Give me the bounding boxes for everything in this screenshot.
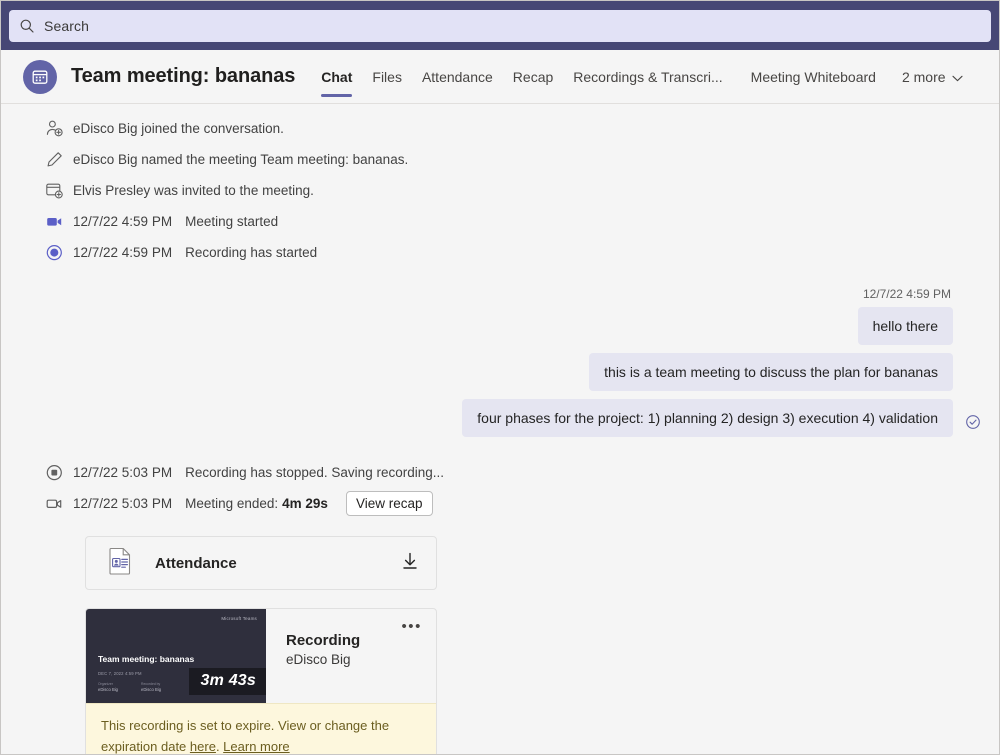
system-message-recording-started: 12/7/22 4:59 PM Recording has started xyxy=(1,237,999,268)
tab-label: Recordings & Transcri... xyxy=(573,69,722,85)
attendance-document-icon xyxy=(104,545,136,582)
system-message-label: Meeting started xyxy=(185,214,278,229)
message-row: this is a team meeting to discuss the pl… xyxy=(1,353,953,391)
system-message-recording-stopped: 12/7/22 5:03 PM Recording has stopped. S… xyxy=(1,457,999,488)
thumbnail-subtitle: DEC 7, 2022 4:59 PM xyxy=(98,671,142,676)
pencil-icon xyxy=(45,150,73,169)
thumbnail-meta: Organizer eDisco Big Recorded by eDisco … xyxy=(98,682,161,692)
teams-window: Search Team meeting: bananas Chat xyxy=(0,0,1000,755)
meta-label: Organizer xyxy=(98,682,118,686)
chat-message-list[interactable]: eDisco Big joined the conversation. eDis… xyxy=(1,104,999,754)
calendar-add-icon xyxy=(45,181,73,200)
system-message-time: 12/7/22 5:03 PM xyxy=(73,496,172,511)
tab-attendance[interactable]: Attendance xyxy=(412,50,503,103)
attendance-label: Attendance xyxy=(155,555,400,572)
message-bubble[interactable]: hello there xyxy=(858,307,953,345)
tab-label: Chat xyxy=(321,69,352,85)
system-message-label: Recording has stopped. Saving recording.… xyxy=(185,465,444,480)
system-message-time: 12/7/22 4:59 PM xyxy=(73,245,172,260)
system-message-text: 12/7/22 4:59 PM Recording has started xyxy=(73,245,317,260)
message-row: hello there xyxy=(1,307,953,345)
recording-card[interactable]: Microsoft Teams Team meeting: bananas DE… xyxy=(85,608,437,754)
video-camera-filled-icon xyxy=(45,212,73,231)
tab-label: Attendance xyxy=(422,69,493,85)
tab-chat[interactable]: Chat xyxy=(311,50,362,103)
system-message-time: 12/7/22 5:03 PM xyxy=(73,465,172,480)
system-message-label: Recording has started xyxy=(185,245,317,260)
chevron-down-icon xyxy=(952,69,963,85)
system-message-invited: Elvis Presley was invited to the meeting… xyxy=(1,175,999,206)
expiration-here-link[interactable]: here xyxy=(190,739,216,754)
system-message-renamed: eDisco Big named the meeting Team meetin… xyxy=(1,144,999,175)
video-camera-outline-icon xyxy=(45,494,73,513)
search-icon xyxy=(19,18,35,34)
top-bar: Search xyxy=(1,1,999,50)
message-bubble[interactable]: this is a team meeting to discuss the pl… xyxy=(589,353,953,391)
tab-files[interactable]: Files xyxy=(362,50,412,103)
meta-label: Recorded by xyxy=(141,682,161,686)
message-bubble[interactable]: four phases for the project: 1) planning… xyxy=(462,399,953,437)
tab-label: Files xyxy=(372,69,402,85)
recording-card-top: Microsoft Teams Team meeting: bananas DE… xyxy=(86,609,436,703)
system-message-time: 12/7/22 4:59 PM xyxy=(73,214,172,229)
message-row: four phases for the project: 1) planning… xyxy=(1,399,953,437)
thumbnail-title: Team meeting: bananas xyxy=(98,654,194,664)
tab-recap[interactable]: Recap xyxy=(503,50,563,103)
avatar xyxy=(23,60,57,94)
attachment-cards: Attendance Microsoft Teams Team meeting:… xyxy=(1,536,999,754)
meeting-ended-label: Meeting ended: xyxy=(185,496,278,511)
search-input[interactable]: Search xyxy=(9,10,991,42)
system-message-text: eDisco Big named the meeting Team meetin… xyxy=(73,152,408,167)
person-add-icon xyxy=(45,119,73,138)
record-icon xyxy=(45,243,73,262)
attendance-card[interactable]: Attendance xyxy=(85,536,437,590)
tab-meeting-whiteboard[interactable]: Meeting Whiteboard xyxy=(733,50,886,103)
tab-bar: Chat Files Attendance Recap Recordings &… xyxy=(311,50,966,103)
meeting-header: Team meeting: bananas Chat Files Attenda… xyxy=(1,50,999,104)
download-icon[interactable] xyxy=(400,551,420,576)
tab-recordings-transcripts[interactable]: Recordings & Transcri... xyxy=(563,50,732,103)
system-message-text: 12/7/22 5:03 PM Recording has stopped. S… xyxy=(73,465,444,480)
recording-author: eDisco Big xyxy=(286,652,436,667)
recording-thumbnail[interactable]: Microsoft Teams Team meeting: bananas DE… xyxy=(86,609,266,703)
system-message-joined: eDisco Big joined the conversation. xyxy=(1,113,999,144)
page-title: Team meeting: bananas xyxy=(71,65,295,88)
recording-duration-badge: 3m 43s xyxy=(189,668,266,695)
thumbnail-meta-item: Organizer eDisco Big xyxy=(98,682,118,692)
system-message-text: Elvis Presley was invited to the meeting… xyxy=(73,183,314,198)
tab-label: Recap xyxy=(513,69,553,85)
search-placeholder-text: Search xyxy=(44,18,89,34)
stop-record-icon xyxy=(45,463,73,482)
calendar-icon xyxy=(31,68,49,86)
outgoing-message-group: 12/7/22 4:59 PM hello there this is a te… xyxy=(1,287,999,445)
tab-label: 2 more xyxy=(902,69,946,85)
view-recap-button[interactable]: View recap xyxy=(346,491,433,516)
meeting-duration: 4m 29s xyxy=(282,496,328,511)
more-options-icon[interactable]: ••• xyxy=(401,621,422,633)
thumbnail-brand: Microsoft Teams xyxy=(221,616,257,621)
system-message-text: 12/7/22 5:03 PM Meeting ended: 4m 29s Vi… xyxy=(73,491,433,516)
system-message-text: 12/7/22 4:59 PM Meeting started xyxy=(73,214,278,229)
learn-more-link[interactable]: Learn more xyxy=(223,739,289,754)
message-timestamp: 12/7/22 4:59 PM xyxy=(863,287,951,301)
tab-more-menu[interactable]: 2 more xyxy=(886,50,967,103)
expiration-notice: This recording is set to expire. View or… xyxy=(86,703,436,754)
system-message-text: eDisco Big joined the conversation. xyxy=(73,121,284,136)
system-message-meeting-ended: 12/7/22 5:03 PM Meeting ended: 4m 29s Vi… xyxy=(1,488,999,519)
check-circle-icon xyxy=(965,414,981,435)
thumbnail-meta-item: Recorded by eDisco Big xyxy=(141,682,161,692)
tab-label: Meeting Whiteboard xyxy=(751,69,876,85)
meta-value: eDisco Big xyxy=(98,687,118,692)
system-message-meeting-started: 12/7/22 4:59 PM Meeting started xyxy=(1,206,999,237)
recording-info: ••• Recording eDisco Big xyxy=(266,609,436,703)
meta-value: eDisco Big xyxy=(141,687,161,692)
